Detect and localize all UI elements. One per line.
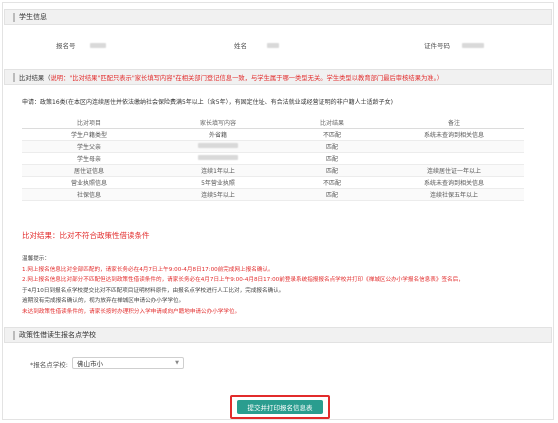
field-registration-no: 报名号: [56, 40, 106, 50]
name-value-redacted: [267, 42, 279, 48]
section-marker: [13, 12, 15, 22]
school-header: 政策性借读生报名点学校: [4, 327, 552, 343]
row-item: 学生母亲: [22, 152, 156, 165]
row-result: 匹配: [280, 164, 384, 177]
conclusion-text: 比对结果：比对不符合政策性借读条件: [22, 230, 150, 241]
row-result: 不匹配: [280, 176, 384, 189]
note-line-4: 逾期没有完成报名确认的，视为放弃在禅城区申请公办小学学位。: [22, 298, 185, 304]
row-remark: 连续居住证一年以上: [384, 164, 524, 177]
row-result: 匹配: [280, 188, 384, 201]
row-remark: 系统未查询到相关信息: [384, 128, 524, 141]
col-content: 家长填写内容: [156, 117, 280, 129]
apply-text: 申请：政策16类(在本区内连续居住并依法缴纳社会保险费满5年以上（含5年），有固…: [22, 97, 393, 106]
school-selected-value: 佛山市小: [77, 360, 103, 368]
comparison-table: 比对项目 家长填写内容 比对结果 备注 学生户籍类型 外省籍 不匹配 系统未查询…: [22, 117, 524, 201]
row-remark: 系统未查询到相关信息: [384, 176, 524, 189]
row-content: 外省籍: [156, 128, 280, 141]
apply-text-content: 申请：政策16类(在本区内连续居住并依法缴纳社会保险费满5年以上（含5年），有固…: [22, 99, 393, 106]
section-marker: [13, 72, 15, 82]
field-name: 姓名: [234, 40, 279, 50]
chevron-down-icon: ▼: [175, 360, 179, 366]
row-item: 营业执照信息: [22, 176, 156, 189]
school-select[interactable]: 佛山市小 ▼: [72, 357, 184, 369]
submit-print-button[interactable]: 提交并打印报名信息表: [237, 400, 323, 414]
row-content-redacted: [156, 152, 280, 165]
field-id-number: 证件号码: [424, 40, 484, 50]
col-result: 比对结果: [280, 117, 384, 129]
student-info-header: 学生信息: [4, 9, 552, 25]
row-remark: 连续社保五年以上: [384, 188, 524, 201]
row-remark: [384, 140, 524, 153]
name-label: 姓名: [234, 42, 247, 50]
result-title: 比对结果（: [19, 74, 51, 82]
table-row: 居住证信息 连续1年以上 匹配 连续居住证一年以上: [22, 164, 524, 177]
section-marker: [13, 330, 15, 340]
result-note: 说明："比对结果"匹配只表示"家长填写内容"在相关部门登记信息一致，与学生属于哪…: [50, 74, 444, 82]
row-item: 社保信息: [22, 188, 156, 201]
row-content: 连续5年以上: [156, 188, 280, 201]
table-row: 学生父亲 匹配: [22, 140, 524, 153]
submit-button-highlight: 提交并打印报名信息表: [230, 395, 330, 419]
notes-title: 温馨提示：: [22, 256, 50, 262]
notes-block: 温馨提示： 1.网上报名信息比对全部匹配的，请家长务必在4月7日上午9:00-4…: [22, 254, 542, 317]
row-remark: [384, 152, 524, 165]
school-title: 政策性借读生报名点学校: [19, 331, 96, 339]
note-line-3: 于4月10日到报名点学校提交比对不匹配项目证明材料原件，由报名点学校进行人工比对…: [22, 287, 285, 294]
school-label-row: *报名点学校:: [30, 359, 68, 369]
registration-no-value-redacted: [89, 42, 106, 48]
registration-no-label: 报名号: [56, 42, 76, 50]
col-item: 比对项目: [22, 117, 156, 129]
row-result: 不匹配: [280, 128, 384, 141]
id-number-label: 证件号码: [424, 42, 450, 50]
row-result: 匹配: [280, 152, 384, 165]
row-content-redacted: [156, 140, 280, 153]
id-number-value-redacted: [462, 42, 484, 48]
row-item: 居住证信息: [22, 164, 156, 177]
table-header-row: 比对项目 家长填写内容 比对结果 备注: [22, 117, 524, 129]
table-row: 营业执照信息 5年营业执照 不匹配 系统未查询到相关信息: [22, 176, 524, 189]
school-label: *报名点学校:: [30, 361, 68, 369]
table-row: 社保信息 连续5年以上 匹配 连续社保五年以上: [22, 188, 524, 201]
row-item: 学生户籍类型: [22, 128, 156, 141]
row-content: 连续1年以上: [156, 164, 280, 177]
col-remark: 备注: [384, 117, 524, 129]
row-item: 学生父亲: [22, 140, 156, 153]
student-info-title: 学生信息: [19, 13, 47, 21]
note-line-5: 未达到政策性借读条件的，请家长按时办理积分入学申请或向户籍地申请公办小学学位。: [22, 308, 241, 315]
note-line-1: 1.网上报名信息比对全部匹配的，请家长务必在4月7日上午9:00-4月8日17:…: [22, 266, 274, 273]
table-row: 学生户籍类型 外省籍 不匹配 系统未查询到相关信息: [22, 128, 524, 141]
result-header: 比对结果（ 说明："比对结果"匹配只表示"家长填写内容"在相关部门登记信息一致，…: [4, 69, 552, 85]
conclusion-content: 比对结果：比对不符合政策性借读条件: [22, 231, 150, 240]
table-row: 学生母亲 匹配: [22, 152, 524, 165]
row-content: 5年营业执照: [156, 176, 280, 189]
note-line-2: 2.网上报名信息比对部分不匹配但达到政策性借读条件的，请家长务必在4月7日上午9…: [22, 277, 464, 283]
row-result: 匹配: [280, 140, 384, 153]
